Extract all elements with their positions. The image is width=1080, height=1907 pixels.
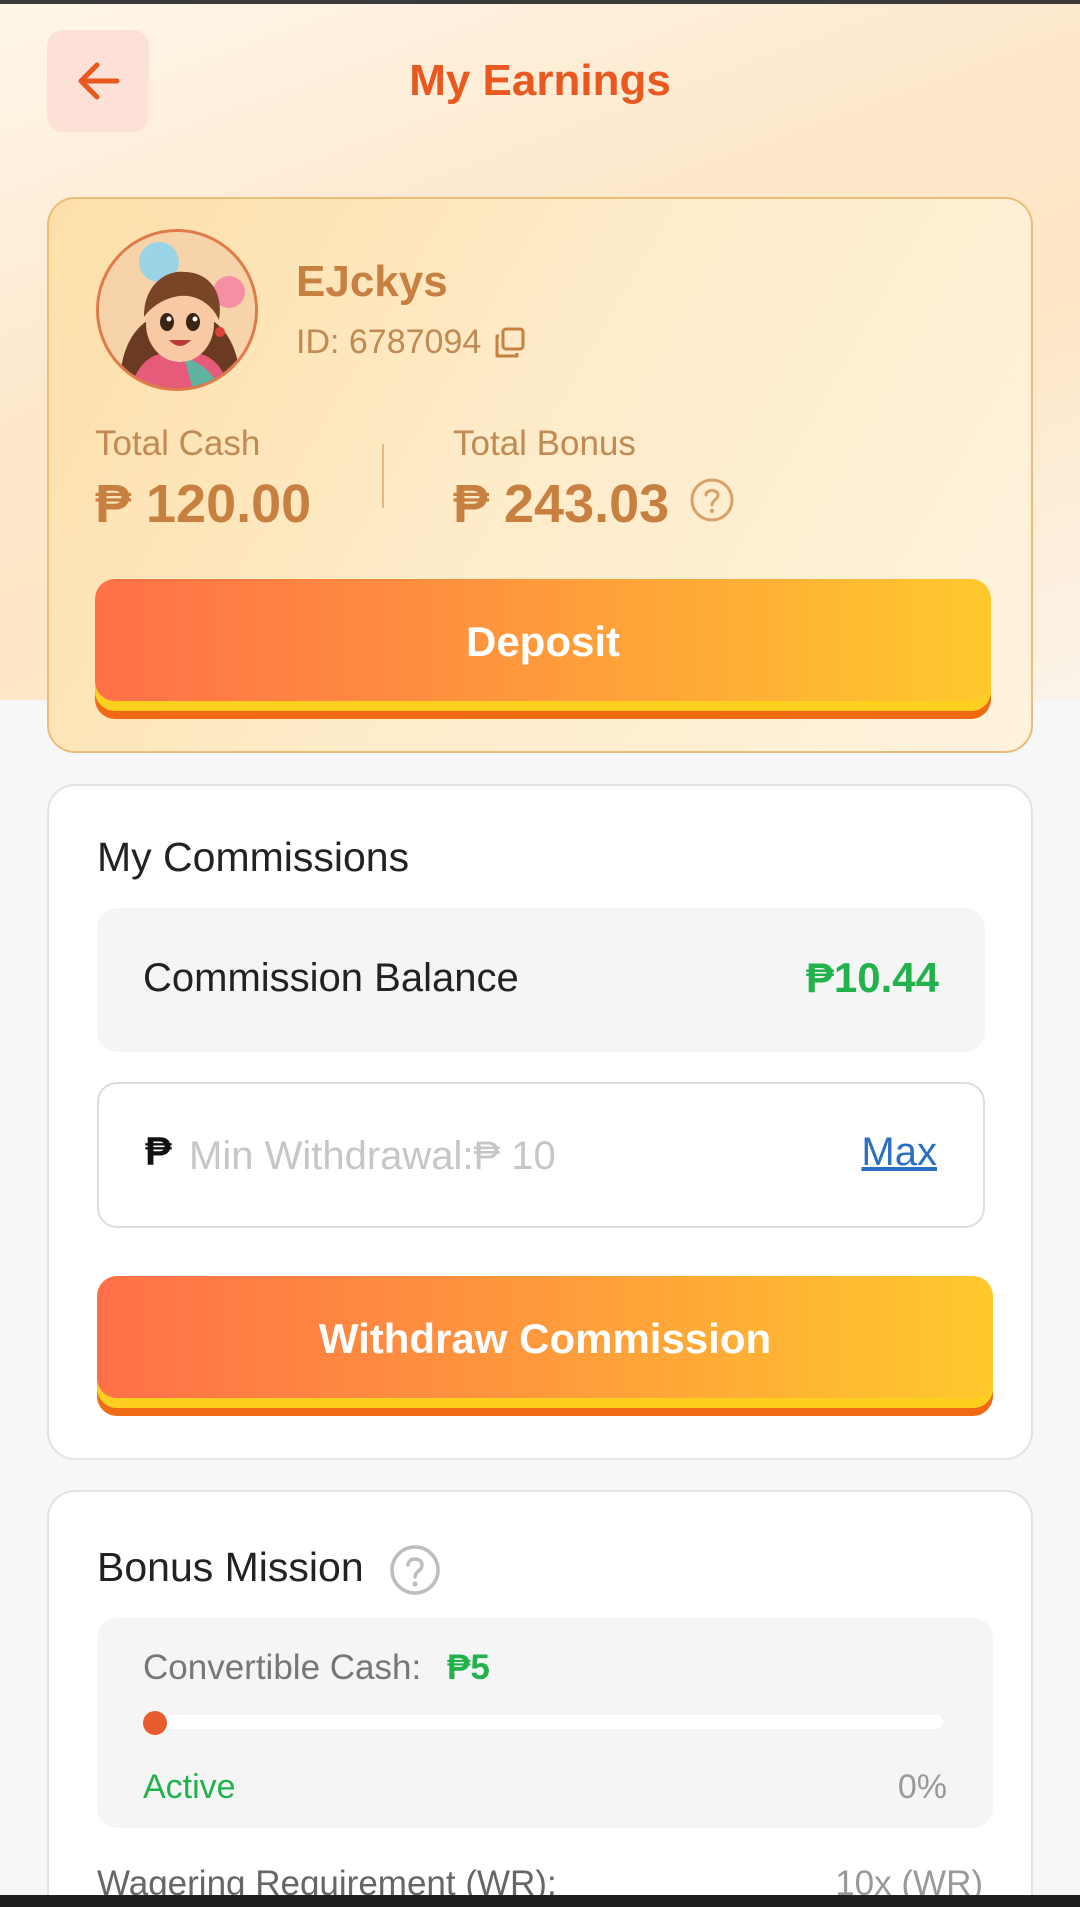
page-title: My Earnings xyxy=(409,56,671,105)
bonus-mission-title: Bonus Mission xyxy=(97,1544,364,1590)
top-edge xyxy=(0,0,1080,4)
question-circle-icon[interactable] xyxy=(689,477,735,523)
withdraw-amount-field[interactable]: ₱ Max xyxy=(97,1082,985,1228)
stat-divider xyxy=(382,444,384,508)
progress-indicator xyxy=(143,1711,167,1735)
convertible-cash-label: Convertible Cash: xyxy=(143,1648,422,1687)
back-button[interactable] xyxy=(47,30,149,132)
total-cash-value: ₱ 120.00 xyxy=(95,474,312,534)
progress-bar xyxy=(143,1711,943,1735)
arrow-left-icon xyxy=(78,62,120,100)
commissions-title: My Commissions xyxy=(97,834,410,880)
withdraw-amount-input[interactable] xyxy=(189,1114,789,1198)
username: EJckys xyxy=(296,257,448,306)
bonus-mission-card: Bonus Mission Convertible Cash: ₱5 Activ… xyxy=(47,1490,1033,1907)
avatar-image xyxy=(99,232,255,388)
commission-balance-value: ₱10.44 xyxy=(805,954,939,1001)
mission-progress-box: Convertible Cash: ₱5 Active 0% xyxy=(97,1618,993,1828)
total-bonus-label: Total Bonus xyxy=(453,424,636,463)
currency-prefix: ₱ xyxy=(145,1130,172,1174)
total-cash-label: Total Cash xyxy=(95,424,261,463)
commissions-card: My Commissions Commission Balance ₱10.44… xyxy=(47,784,1033,1460)
withdraw-commission-button[interactable]: Withdraw Commission xyxy=(97,1276,993,1408)
header: My Earnings xyxy=(0,20,1080,142)
user-id: ID: 6787094 xyxy=(296,323,527,362)
mission-percent: 0% xyxy=(897,1768,947,1806)
max-link[interactable]: Max xyxy=(861,1130,937,1175)
total-bonus-value: ₱ 243.03 xyxy=(453,474,670,534)
copy-icon[interactable] xyxy=(493,326,527,360)
profile-card: EJckys ID: 6787094 Total Cash ₱ 120.00 T… xyxy=(47,197,1033,753)
question-circle-icon[interactable] xyxy=(389,1544,441,1596)
commission-balance-label: Commission Balance xyxy=(143,956,519,1000)
avatar[interactable] xyxy=(96,229,258,391)
commission-balance-box: Commission Balance ₱10.44 xyxy=(97,908,985,1052)
user-id-text: ID: 6787094 xyxy=(296,323,482,361)
bottom-edge xyxy=(0,1895,1080,1907)
convertible-cash-value: ₱5 xyxy=(447,1648,490,1687)
mission-status: Active xyxy=(143,1768,236,1806)
deposit-button[interactable]: Deposit xyxy=(95,579,991,711)
